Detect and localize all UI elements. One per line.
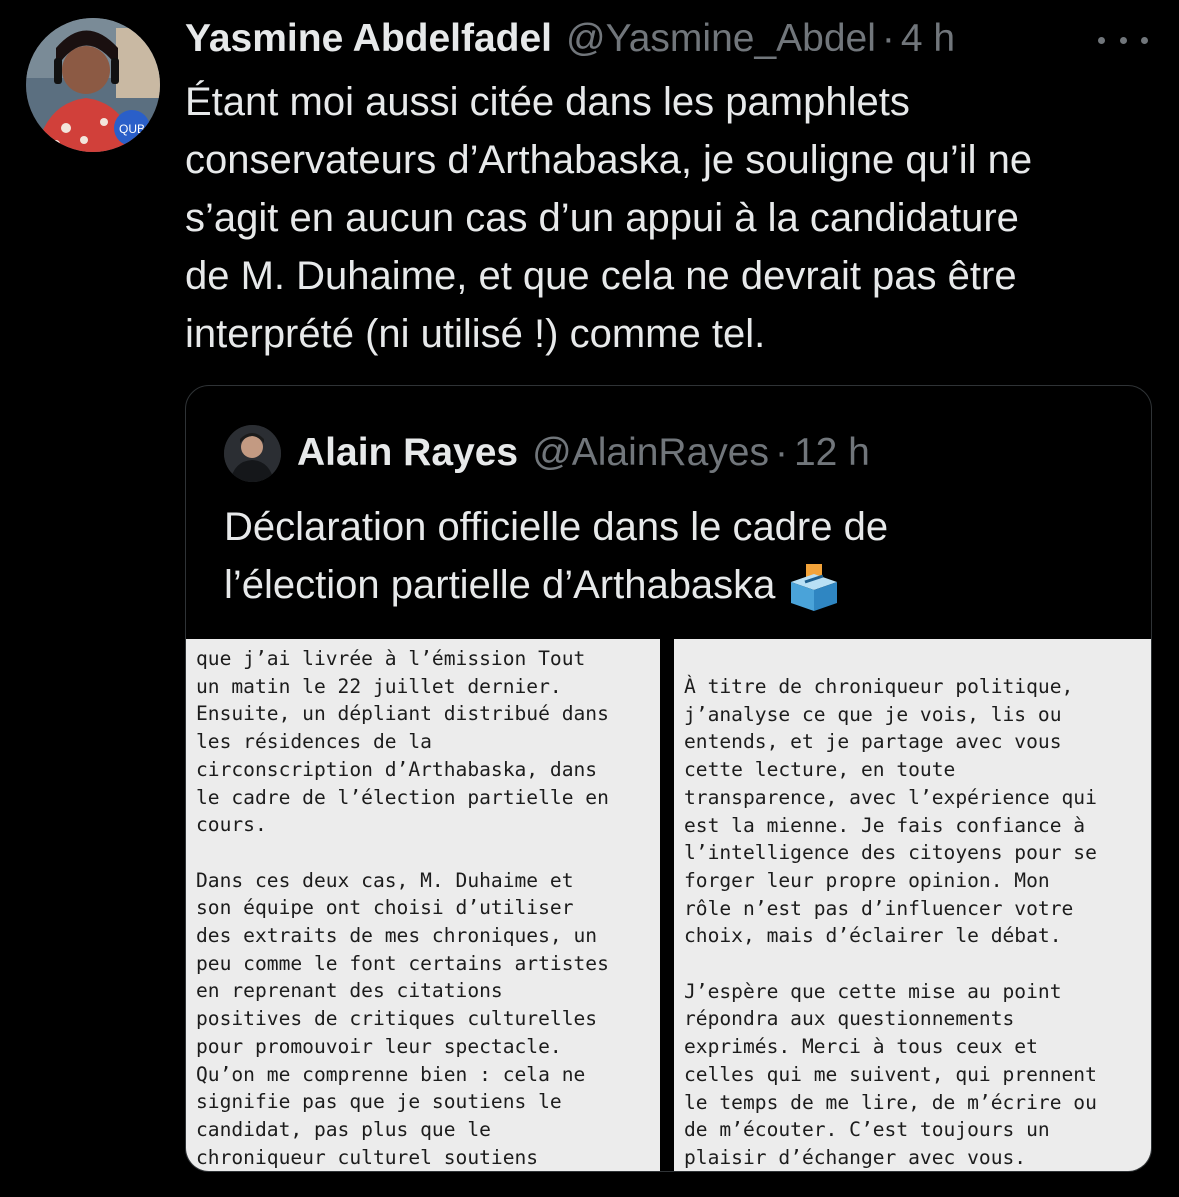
document-line: Dans ces deux cas, M. Duhaime et [196,868,574,892]
document-line: exprimés. Merci à tous ceux et [684,1035,1038,1059]
document-line: en reprenant des citations [196,979,503,1003]
document-line: des extraits de mes chroniques, un [196,924,598,948]
document-page-left[interactable]: que j’ai livrée à l’émission Tout un mati… [186,639,660,1171]
document-line: positives de critiques culturelles [196,1007,598,1031]
document-line: J’espère que cette mise au point [684,979,1062,1003]
author-avatar[interactable]: QUB [26,18,160,152]
tweet-timestamp[interactable]: 4 h [901,17,955,61]
avatar-image: QUB [26,18,160,152]
quoted-author-handle[interactable]: @AlainRayes [532,431,769,475]
quoted-tweet-text: Déclaration officielle dans le cadre de … [224,498,1124,614]
document-line: est la mienne. Je fais confiance à [684,813,1086,837]
document-page-right[interactable]: À titre de chroniqueur politique, j’analy… [674,639,1151,1171]
document-line: son équipe ont choisi d’utiliser [196,896,574,920]
quoted-author-name[interactable]: Alain Rayes [297,431,518,475]
document-line: l’intelligence des citoyens pour se [684,841,1097,865]
document-line: cette lecture, en toute [684,758,956,782]
document-line: chroniqueur culturel soutiens [196,1145,539,1169]
document-line: de m’écouter. C’est toujours un [684,1118,1050,1142]
document-line: À titre de chroniqueur politique, [684,675,1074,698]
document-line: Qu’on me comprenne bien : cela ne [196,1062,586,1086]
quoted-tweet-timestamp[interactable]: 12 h [794,431,870,475]
document-line: j’analyse ce que je vois, lis ou [684,702,1062,726]
tweet-text-line: interprété (ni utilisé !) comme tel. [185,312,766,356]
document-line: le cadre de l’élection partielle en [196,785,609,809]
document-line: entends, et je partage avec vous [684,730,1062,754]
document-line: le temps de me lire, de m’écrire ou [684,1090,1097,1114]
document-line: choix, mais d’éclairer le débat. [684,924,1062,948]
separator-dot: · [774,431,788,474]
document-line: que j’ai livrée à l’émission Tout [196,647,586,670]
tweet-header: Yasmine Abdelfadel @Yasmine_Abdel · 4 h [185,14,955,64]
document-line: transparence, avec l’expérience qui [684,785,1097,809]
svg-text:QUB: QUB [119,122,145,136]
tweet-text: Étant moi aussi citée dans les pamphlets… [185,73,1160,363]
document-line: pour promouvoir leur spectacle. [196,1034,562,1058]
document-line: plaisir d’échanger avec vous. [684,1145,1027,1169]
author-name[interactable]: Yasmine Abdelfadel [185,17,552,61]
document-line: Ensuite, un dépliant distribué dans [196,702,609,726]
tweet-text-line: s’agit en aucun cas d’un appui à la cand… [185,196,1019,240]
quoted-text-line: Déclaration officielle dans le cadre de [224,505,889,549]
quoted-text-line: l’élection partielle d’Arthabaska [224,556,1124,614]
document-line: peu comme le font certains artistes [196,951,609,975]
tweet-text-line: Étant moi aussi citée dans les pamphlets [185,80,910,124]
document-line: circonscription d’Arthabaska, dans [196,757,598,781]
document-line: un matin le 22 juillet dernier. [196,674,562,698]
separator-dot: · [881,17,895,60]
document-line: les résidences de la [196,730,432,754]
document-text-left: que j’ai livrée à l’émission Tout un mati… [196,645,609,1171]
document-line: candidat, pas plus que le [196,1117,491,1141]
document-line: celles qui me suivent, qui prennent [684,1062,1097,1086]
document-line: répondra aux questionnements [684,1007,1015,1031]
tweet-text-line: de M. Duhaime, et que cela ne devrait pa… [185,254,1017,298]
document-line: signifie pas que je soutiens le [196,1090,562,1114]
quoted-tweet-header: Alain Rayes @AlainRayes · 12 h [224,423,870,483]
document-text-right: À titre de chroniqueur politique, j’analy… [684,673,1097,1171]
author-handle[interactable]: @Yasmine_Abdel [566,17,876,61]
more-horizontal-icon[interactable] [1098,30,1148,50]
document-line: rôle n’est pas d’influencer votre [684,896,1074,920]
document-line: cours. [196,813,267,837]
image-divider [660,639,674,1171]
tweet-text-line: conservateurs d’Arthabaska, je souligne … [185,138,1033,182]
ballot-box-icon [787,562,841,612]
quoted-author-avatar [224,424,281,482]
quoted-tweet-card[interactable]: Alain Rayes @AlainRayes · 12 h Déclarati… [185,385,1152,1172]
document-line: forger leur propre opinion. Mon [684,868,1050,892]
